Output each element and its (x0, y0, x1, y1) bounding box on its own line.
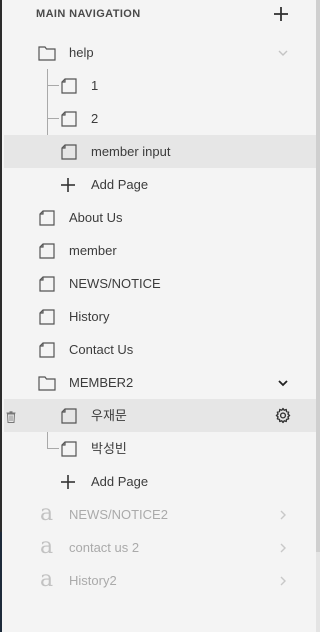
navigation-header: MAIN NAVIGATION (0, 0, 316, 30)
nav-link-label: NEWS/NOTICE2 (69, 507, 168, 522)
add-page-label: Add Page (91, 177, 149, 192)
nav-folder-help[interactable]: help (4, 36, 316, 69)
page-icon (61, 441, 77, 457)
folder-icon (38, 376, 56, 391)
nav-page-label: NEWS/NOTICE (69, 276, 161, 291)
plus-icon (61, 178, 75, 192)
left-edge-dark (0, 532, 2, 632)
nav-page-woojaemun[interactable]: 우재문 (4, 399, 316, 432)
nav-folder-label: MEMBER2 (69, 375, 134, 390)
add-page-button[interactable]: Add Page (4, 465, 316, 498)
nav-page-history[interactable]: History (4, 300, 316, 333)
add-page-label: Add Page (91, 474, 149, 489)
nav-page-parkseongbin[interactable]: 박성빈 (4, 432, 316, 465)
page-icon (61, 111, 77, 127)
nav-page-member-input[interactable]: member input (4, 135, 316, 168)
chevron-down-icon[interactable] (276, 376, 290, 390)
page-icon (61, 144, 77, 160)
nav-page-label: Contact Us (69, 342, 134, 357)
plus-icon[interactable] (272, 5, 290, 23)
nav-page-news-notice[interactable]: NEWS/NOTICE (4, 267, 316, 300)
nav-folder-member2[interactable]: MEMBER2 (4, 366, 316, 399)
nav-page-label: History (69, 309, 110, 324)
page-icon (61, 408, 77, 424)
link-page-icon: a (40, 567, 54, 592)
nav-page-label: 2 (91, 111, 99, 126)
gear-icon[interactable] (274, 407, 292, 425)
nav-page-label: member input (91, 144, 171, 159)
page-icon (39, 243, 55, 259)
nav-page-about-us[interactable]: About Us (4, 201, 316, 234)
page-icon (39, 309, 55, 325)
nav-page-1[interactable]: 1 (4, 69, 316, 102)
scrollbar-thumb[interactable] (316, 0, 320, 552)
nav-page-label: 우재문 (91, 408, 127, 423)
nav-page-member[interactable]: member (4, 234, 316, 267)
page-icon (39, 210, 55, 226)
nav-link-news-notice2[interactable]: a NEWS/NOTICE2 (4, 498, 316, 531)
add-page-button[interactable]: Add Page (4, 168, 316, 201)
nav-page-2[interactable]: 2 (4, 102, 316, 135)
folder-icon (38, 46, 56, 61)
nav-link-contact-us-2[interactable]: a contact us 2 (4, 531, 316, 564)
plus-icon (61, 475, 75, 489)
page-icon (39, 276, 55, 292)
chevron-right-icon[interactable] (276, 574, 290, 588)
chevron-down-icon[interactable] (276, 46, 290, 60)
link-page-icon: a (40, 501, 54, 526)
page-icon (61, 78, 77, 94)
nav-page-label: About Us (69, 210, 123, 225)
nav-page-label: 1 (91, 78, 99, 93)
chevron-right-icon[interactable] (276, 541, 290, 555)
nav-page-label: 박성빈 (91, 441, 127, 456)
nav-link-history2[interactable]: a History2 (4, 564, 316, 597)
page-icon (39, 342, 55, 358)
nav-link-label: contact us 2 (69, 540, 140, 555)
nav-page-label: member (69, 243, 117, 258)
nav-link-label: History2 (69, 573, 117, 588)
chevron-right-icon[interactable] (276, 508, 290, 522)
navigation-title: MAIN NAVIGATION (36, 8, 141, 20)
link-page-icon: a (40, 534, 54, 559)
nav-page-contact-us[interactable]: Contact Us (4, 333, 316, 366)
trash-icon[interactable] (6, 411, 16, 423)
nav-folder-label: help (69, 45, 94, 60)
